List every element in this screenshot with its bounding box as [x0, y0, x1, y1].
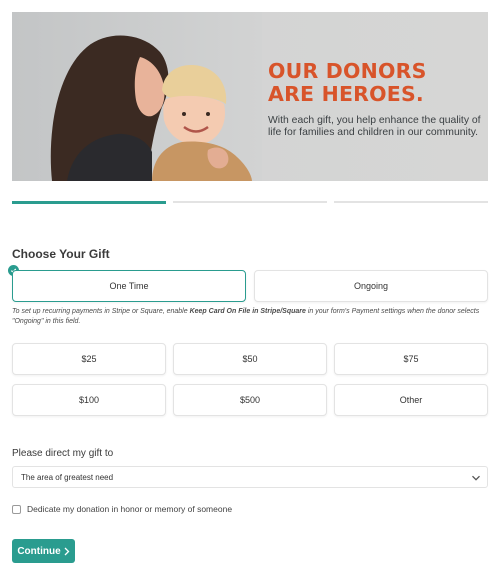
hero-photo — [12, 12, 262, 181]
step-2-bar — [173, 201, 327, 203]
direct-gift-select[interactable]: The area of greatest need — [12, 466, 488, 488]
continue-button[interactable]: Continue — [12, 539, 75, 563]
chevron-right-icon — [64, 547, 70, 555]
amount-25-button[interactable]: $25 — [12, 343, 166, 375]
amount-label: $500 — [239, 395, 261, 405]
direct-gift-label: Please direct my gift to — [12, 448, 114, 459]
frequency-one-time-label: One Time — [109, 281, 149, 291]
amount-label: $75 — [403, 354, 419, 364]
choose-gift-title: Choose Your Gift — [12, 247, 110, 261]
amount-label: $25 — [81, 354, 97, 364]
hero-title-line1: OUR DONORS — [268, 59, 427, 83]
dedicate-option: Dedicate my donation in honor or memory … — [12, 504, 232, 514]
frequency-one-time-button[interactable]: One Time — [12, 270, 246, 302]
chevron-down-icon — [472, 475, 480, 481]
amount-other-button[interactable]: Other — [334, 384, 488, 416]
amount-label: $50 — [242, 354, 258, 364]
continue-label: Continue — [17, 545, 61, 557]
dedicate-label[interactable]: Dedicate my donation in honor or memory … — [27, 504, 232, 514]
direct-gift-value: The area of greatest need — [21, 472, 114, 482]
recurring-payments-note: To set up recurring payments in Stripe o… — [12, 307, 488, 327]
hero-body: With each gift, you help enhance the qua… — [268, 115, 481, 139]
frequency-ongoing-button[interactable]: Ongoing — [254, 270, 488, 302]
hero-title: OUR DONORS ARE HEROES. — [268, 60, 427, 106]
amount-50-button[interactable]: $50 — [173, 343, 327, 375]
amount-label: Other — [399, 395, 423, 405]
amount-label: $100 — [78, 395, 100, 405]
hero-title-line2: ARE HEROES. — [268, 82, 424, 106]
amount-500-button[interactable]: $500 — [173, 384, 327, 416]
note-bold: Keep Card On File in Stripe/Square — [189, 308, 306, 315]
frequency-ongoing-label: Ongoing — [353, 281, 389, 291]
amount-75-button[interactable]: $75 — [334, 343, 488, 375]
dedicate-checkbox[interactable] — [12, 504, 21, 514]
step-1-bar — [12, 201, 166, 204]
step-progress — [12, 201, 488, 204]
amount-100-button[interactable]: $100 — [12, 384, 166, 416]
hero-banner: OUR DONORS ARE HEROES. With each gift, y… — [12, 12, 488, 181]
note-part1: To set up recurring payments in Stripe o… — [12, 308, 190, 315]
step-3-bar — [334, 201, 488, 203]
